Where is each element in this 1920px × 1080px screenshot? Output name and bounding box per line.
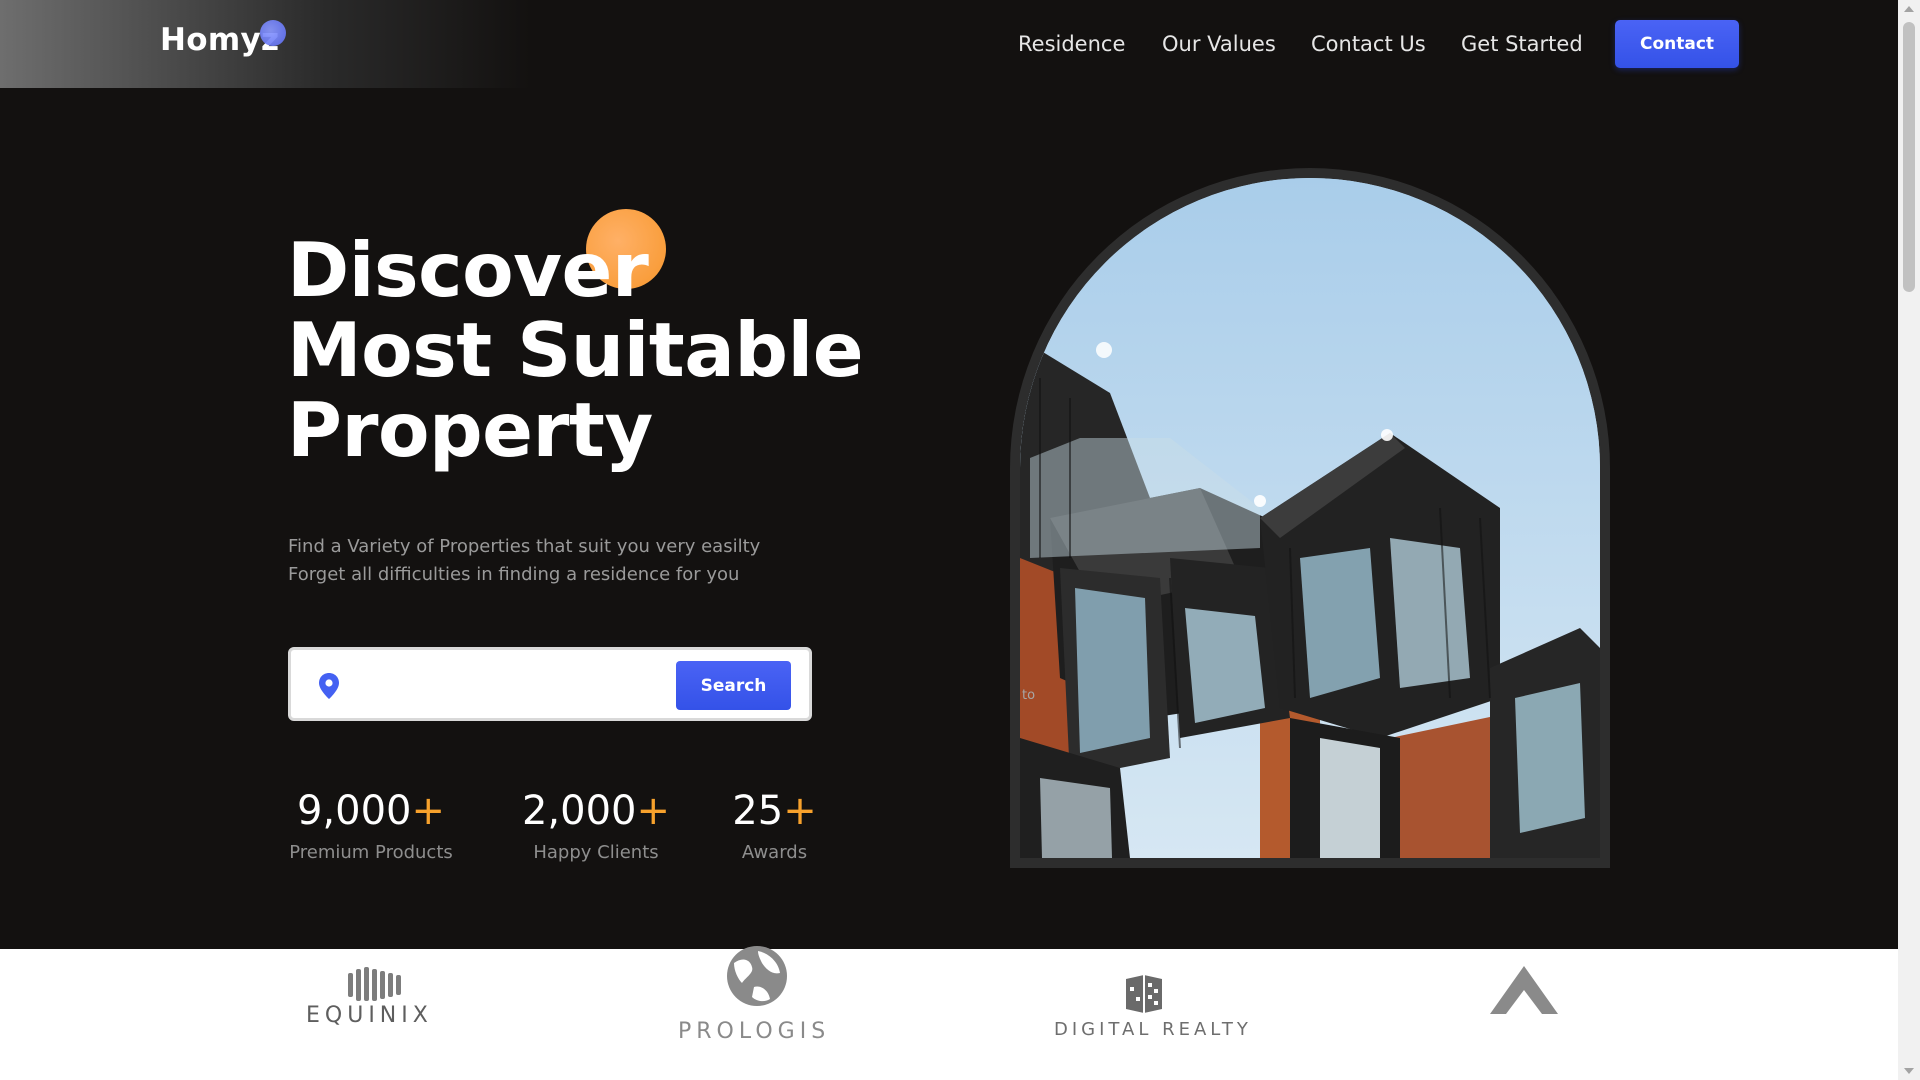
hero-title-line: Discover xyxy=(287,226,649,314)
stat-value: 2,000+ xyxy=(521,788,671,834)
stat-happy-clients: 2,000+ Happy Clients xyxy=(516,786,676,863)
nav-our-values[interactable]: Our Values xyxy=(1162,32,1276,56)
hero-subtitle-line: Find a Variety of Properties that suit y… xyxy=(288,536,761,557)
site-header: Homyz Residence Our Values Contact Us Ge… xyxy=(0,0,1898,88)
nav-residence[interactable]: Residence xyxy=(1018,32,1125,56)
logo-dot-icon xyxy=(260,20,286,46)
hero-title-line: Most Suitable xyxy=(287,306,864,394)
stat-label: Happy Clients xyxy=(533,842,659,863)
page-scrollbar[interactable] xyxy=(1898,0,1920,1080)
brand-name: DIGITAL REALTY xyxy=(1054,1019,1252,1040)
location-pin-icon xyxy=(319,673,339,699)
brand-logos-strip: EQUINIX PROLOGIS DIGITAL REALTY xyxy=(0,946,1898,1080)
scroll-down-icon[interactable] xyxy=(1904,1068,1914,1074)
stat-value: 25+ xyxy=(732,788,817,834)
stat-label: Awards xyxy=(741,842,808,863)
stat-value: 9,000+ xyxy=(296,788,446,834)
header-gradient xyxy=(0,0,680,88)
nav-get-started[interactable]: Get Started xyxy=(1461,32,1583,56)
scroll-up-icon[interactable] xyxy=(1904,6,1914,12)
hero-title: Discover Most Suitable Property xyxy=(287,230,907,470)
stat-label: Premium Products xyxy=(289,842,453,863)
scroll-thumb[interactable] xyxy=(1903,22,1915,292)
image-alt-text: to xyxy=(1022,688,1036,703)
hero-subtitle: Find a Variety of Properties that suit y… xyxy=(288,533,760,589)
search-input[interactable] xyxy=(357,664,661,706)
search-button[interactable]: Search xyxy=(676,661,791,710)
globe-logo-icon xyxy=(727,946,787,1006)
equinix-logo-icon xyxy=(348,967,401,1001)
hero-title-line: Property xyxy=(287,386,653,474)
contact-button[interactable]: Contact xyxy=(1615,20,1739,68)
stat-premium-products: 9,000+ Premium Products xyxy=(288,786,454,863)
digital-realty-logo-icon xyxy=(1126,975,1162,1013)
stat-awards: 25+ Awards xyxy=(730,786,819,863)
triangle-logo-icon xyxy=(1490,966,1558,1014)
nav-contact-us[interactable]: Contact Us xyxy=(1311,32,1426,56)
brand-name: PROLOGIS xyxy=(678,1019,831,1044)
hero-building-image xyxy=(1020,178,1600,858)
search-bar: Search xyxy=(288,647,812,721)
brand-name: EQUINIX xyxy=(306,1003,433,1028)
hero-subtitle-line: Forget all difficulties in finding a res… xyxy=(288,564,740,585)
